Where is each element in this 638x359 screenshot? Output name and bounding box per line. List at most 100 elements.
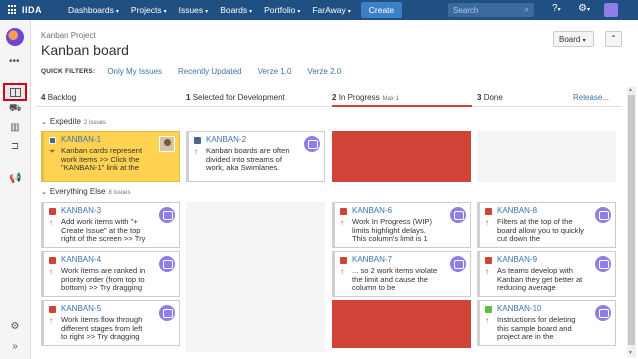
priority-highest-icon: ⏷: [49, 147, 56, 156]
app-logo[interactable]: IIDA: [0, 0, 62, 20]
assignee-avatar: [595, 207, 611, 223]
app-switcher-icon[interactable]: [8, 5, 18, 15]
release-link[interactable]: Release...: [573, 93, 609, 102]
issue-summary: As teams develop with Kanban they get be…: [497, 267, 583, 292]
releases-icon[interactable]: ⛟: [9, 104, 22, 114]
issue-card-kanban-3[interactable]: KANBAN-3 ↑ Add work items with "+ Create…: [41, 202, 180, 248]
column-header-selected: 1 Selected for Development: [186, 93, 285, 102]
issue-card-kanban-9[interactable]: KANBAN-9 ↑ As teams develop with Kanban …: [477, 251, 616, 297]
menu-issues[interactable]: Issues ▾: [173, 5, 215, 15]
issue-key[interactable]: KANBAN-10: [497, 304, 541, 313]
chevron-down-icon: ⌄: [41, 119, 47, 126]
priority-high-icon: ↑: [49, 316, 53, 325]
wip-overflow-highlight: [332, 300, 471, 348]
bug-type-icon: [485, 208, 492, 215]
issue-card-kanban-1[interactable]: KANBAN-1 ⏷ Kanban cards represent work i…: [41, 131, 180, 182]
bug-type-icon: [340, 257, 347, 264]
column-headers: 4 Backlog 1 Selected for Development 2 I…: [36, 87, 622, 107]
issue-key[interactable]: KANBAN-3: [61, 206, 101, 215]
bug-type-icon: [340, 208, 347, 215]
priority-high-icon: ↑: [485, 267, 489, 276]
issue-summary: Add work items with "+ Create Issue" at …: [61, 218, 146, 243]
user-avatar[interactable]: [604, 3, 618, 17]
filter-verze-2[interactable]: Verze 2.0: [307, 67, 341, 76]
assignee-avatar: [304, 136, 320, 152]
bug-type-icon: [49, 306, 56, 313]
issue-summary: Filters at the top of the board allow yo…: [497, 218, 584, 243]
scroll-down-icon[interactable]: ▼: [628, 350, 633, 356]
issue-key[interactable]: KANBAN-9: [497, 255, 537, 264]
reports-icon[interactable]: ▥: [9, 123, 21, 133]
menu-portfolio[interactable]: Portfolio ▾: [258, 5, 306, 15]
wip-limit-indicator: [332, 105, 472, 107]
chevron-down-icon: ▾: [582, 38, 586, 44]
column-header-in-progress: 2 In Progress Max 1: [332, 93, 399, 102]
priority-high-icon: ↑: [194, 147, 198, 156]
chevron-down-icon: ▾: [163, 9, 167, 15]
assignee-avatar: [450, 256, 466, 272]
issue-card-kanban-4[interactable]: KANBAN-4 ↑ Work items are ranked in prio…: [41, 251, 180, 297]
column-header-backlog: 4 Backlog: [41, 93, 77, 102]
chevron-down-icon: ⌄: [41, 189, 47, 196]
menu-projects[interactable]: Projects ▾: [125, 5, 173, 15]
menu-faraway[interactable]: FarAway ▾: [306, 5, 356, 15]
bug-type-icon: [485, 257, 492, 264]
issue-key[interactable]: KANBAN-7: [352, 255, 392, 264]
issue-key[interactable]: KANBAN-8: [497, 206, 537, 215]
assignee-avatar: [159, 256, 175, 272]
chevron-down-icon: ▾: [205, 9, 209, 15]
priority-high-icon: ↑: [485, 218, 489, 227]
issue-card-kanban-10[interactable]: KANBAN-10 ↑ Instructions for deleting th…: [477, 300, 616, 346]
announce-icon[interactable]: 📢: [9, 174, 21, 184]
issue-card-kanban-8[interactable]: KANBAN-8 ↑ Filters at the top of the boa…: [477, 202, 616, 248]
filter-verze-1[interactable]: Verze 1.0: [258, 67, 292, 76]
issue-card-kanban-6[interactable]: KANBAN-6 ↑ Work In Progress (WIP) limits…: [332, 202, 471, 248]
breadcrumb-project[interactable]: Kanban Project: [41, 31, 96, 40]
settings-icon[interactable]: ⚙: [9, 322, 21, 332]
issues-icon[interactable]: ⊐: [9, 142, 21, 152]
swimlane-everything-else[interactable]: ⌄ Everything Else 8 issues: [41, 187, 130, 196]
column-header-done: 3 Done: [477, 93, 503, 102]
priority-high-icon: ↑: [340, 218, 344, 227]
selected-cell-everything: [186, 202, 325, 352]
menu-dashboards[interactable]: Dashboards ▾: [62, 5, 125, 15]
create-button[interactable]: Create: [360, 2, 403, 18]
collapse-header-button[interactable]: ⌃: [605, 31, 622, 47]
quick-filters-label: QUICK FILTERS:: [41, 68, 96, 75]
priority-high-icon: ↑: [485, 316, 489, 325]
logo-text: IIDA: [22, 5, 42, 15]
issue-key[interactable]: KANBAN-6: [352, 206, 392, 215]
gear-icon[interactable]: ⚙▾: [578, 3, 590, 14]
chevron-up-icon: ⌃: [610, 34, 617, 43]
board-button[interactable]: Board ▾: [553, 31, 594, 47]
swimlane-expedite[interactable]: ⌄ Expedite 2 issues: [41, 117, 106, 126]
issue-key[interactable]: KANBAN-4: [61, 255, 101, 264]
issue-card-kanban-5[interactable]: KANBAN-5 ↑ Work items flow through diffe…: [41, 300, 180, 346]
collapse-icon[interactable]: »: [9, 342, 21, 352]
help-icon[interactable]: ?▾: [552, 3, 561, 14]
filter-only-my-issues[interactable]: Only My Issues: [107, 67, 162, 76]
assignee-avatar: [159, 136, 175, 152]
vertical-scrollbar[interactable]: [627, 87, 636, 357]
sidebar-item-board[interactable]: [3, 83, 27, 101]
priority-high-icon: ↑: [340, 267, 344, 276]
project-avatar[interactable]: [6, 28, 24, 46]
more-icon[interactable]: •••: [9, 56, 20, 67]
menu-boards[interactable]: Boards ▾: [214, 5, 258, 15]
main-menu: Dashboards ▾ Projects ▾ Issues ▾ Boards ▾ Po…: [62, 0, 403, 20]
issue-key[interactable]: KANBAN-5: [61, 304, 101, 313]
issue-card-kanban-2[interactable]: KANBAN-2 ↑ Kanban boards are often divid…: [186, 131, 325, 182]
issue-key[interactable]: KANBAN-1: [61, 135, 101, 144]
board-icon: [10, 88, 21, 97]
search-placeholder: Search: [453, 5, 479, 15]
issue-summary: Work items flow through different stages…: [61, 316, 143, 341]
filter-recently-updated[interactable]: Recently Updated: [178, 67, 242, 76]
chevron-down-icon: ▾: [297, 9, 301, 15]
task-type-icon: [49, 137, 56, 144]
search-input[interactable]: Search ⌕: [448, 3, 534, 17]
scrollbar-thumb[interactable]: [628, 95, 635, 345]
scroll-up-icon[interactable]: ▲: [628, 87, 633, 93]
priority-high-icon: ↑: [49, 218, 53, 227]
issue-card-kanban-7[interactable]: KANBAN-7 ↑ ... so 2 work items violate t…: [332, 251, 471, 297]
issue-key[interactable]: KANBAN-2: [206, 135, 246, 144]
